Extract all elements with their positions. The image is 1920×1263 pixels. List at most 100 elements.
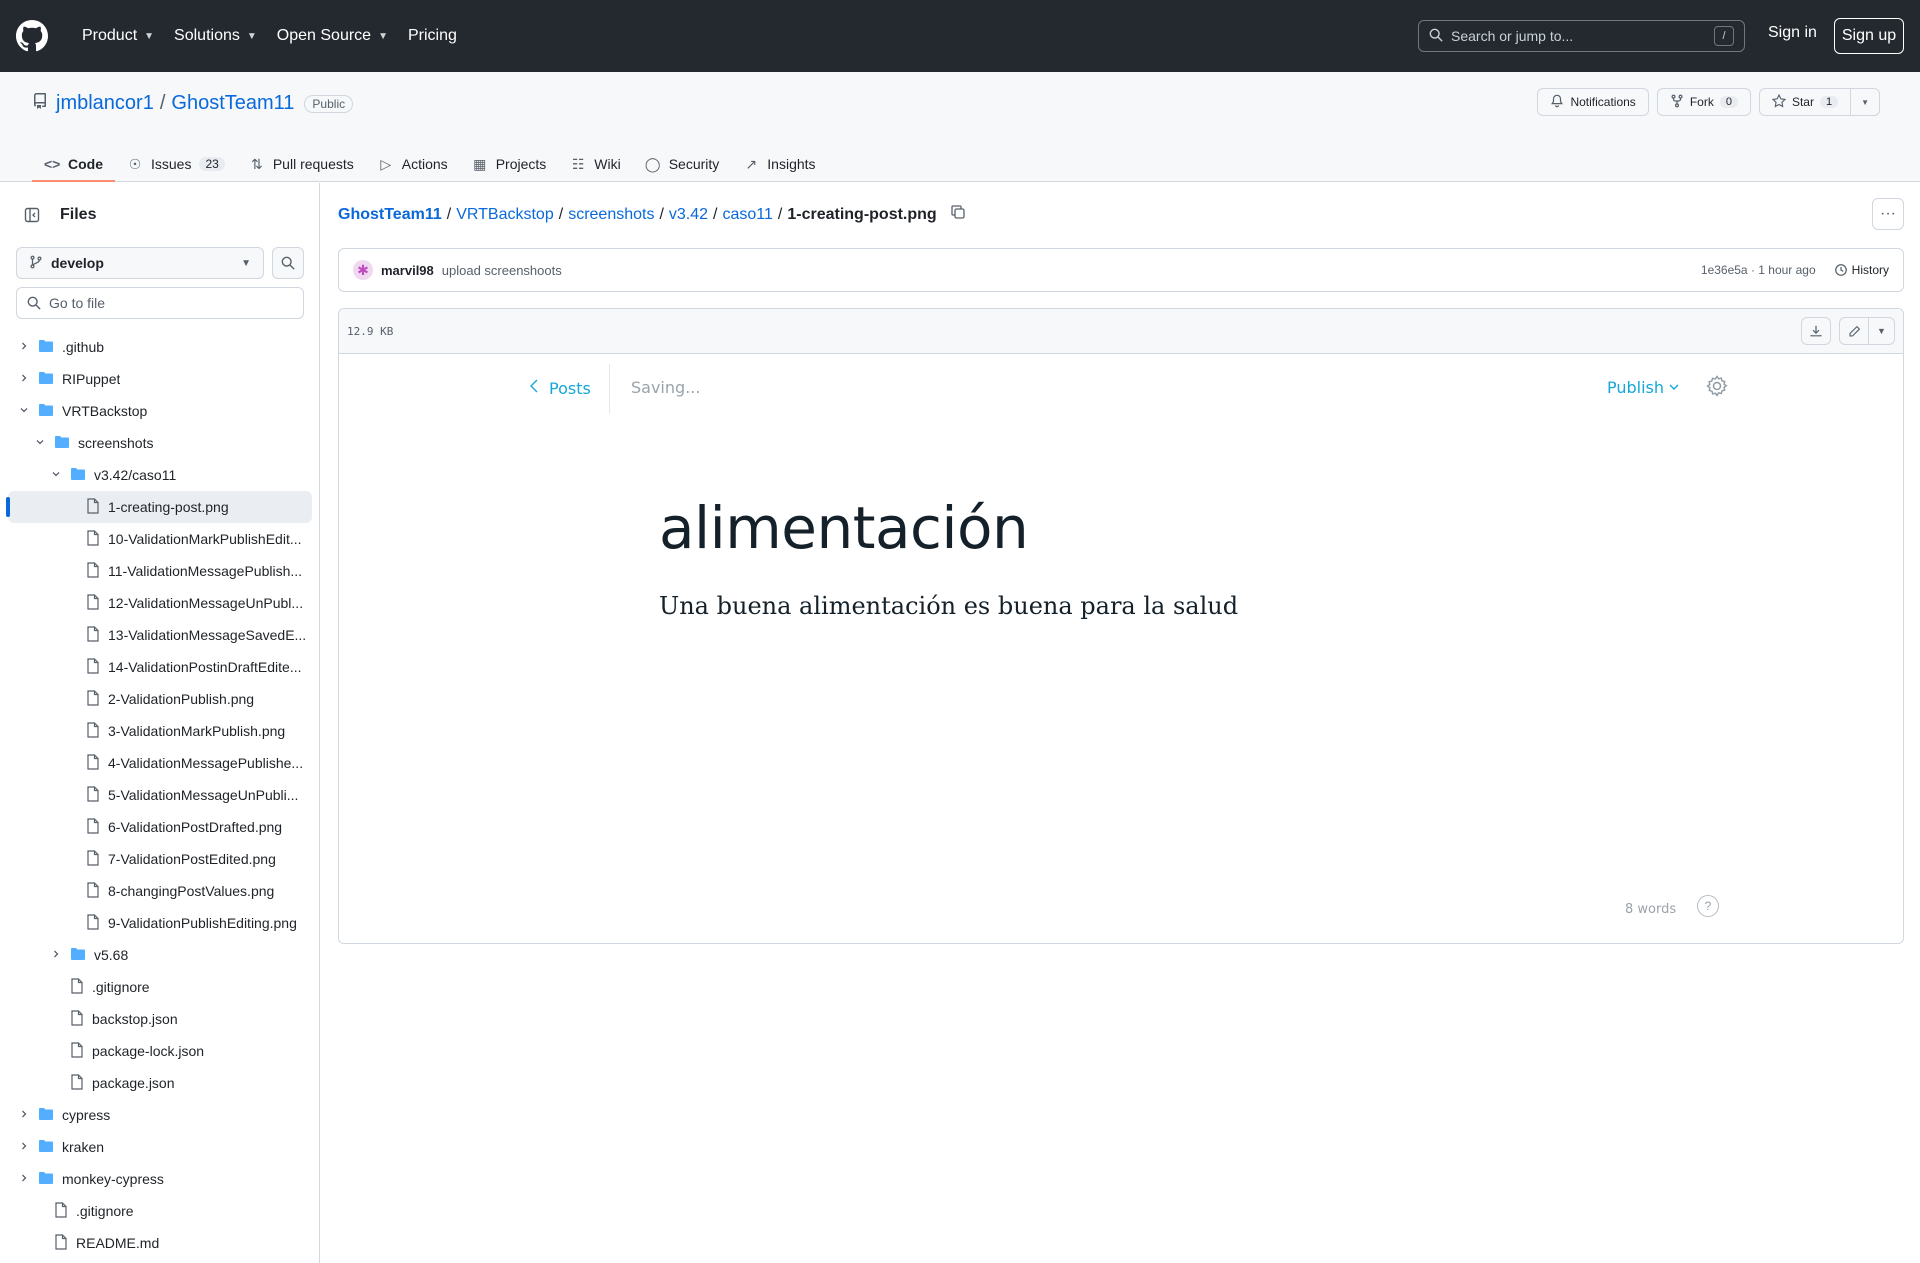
breadcrumb-repo[interactable]: GhostTeam11 [338,206,442,224]
tree-file[interactable]: 2-ValidationPublish.png [8,683,312,715]
file-icon [86,593,100,613]
tree-folder[interactable]: RIPuppet [8,363,312,395]
search-files-button[interactable] [272,247,304,279]
code-icon: <> [44,156,61,172]
repo-owner-link[interactable]: jmblancor1 [56,92,154,115]
fork-count: 0 [1719,96,1738,108]
ghost-back-to-posts: Posts [529,378,591,398]
github-logo-icon[interactable] [16,20,48,52]
edit-button[interactable] [1839,317,1869,345]
tab-issues[interactable]: ☉ Issues 23 [115,146,237,182]
tree-folder[interactable]: kraken [8,1131,312,1163]
tab-projects-label: Projects [495,156,547,172]
chevron-down-icon[interactable] [16,405,32,418]
copy-path-icon[interactable] [950,204,966,225]
search-shortcut-key: / [1714,26,1734,46]
file-icon [70,977,84,997]
sign-in-link[interactable]: Sign in [1768,24,1817,42]
nav-product[interactable]: Product ▼ [72,16,164,56]
tree-file[interactable]: 5-ValidationMessageUnPubli... [8,779,312,811]
tree-file[interactable]: 8-changingPostValues.png [8,875,312,907]
tree-file[interactable]: package-lock.json [8,1035,312,1067]
fork-button[interactable]: Fork 0 [1656,88,1751,116]
download-button[interactable] [1801,317,1831,345]
nav-pricing[interactable]: Pricing [398,16,467,56]
repo-separator: / [159,92,166,114]
tab-wiki[interactable]: ☷ Wiki [558,146,632,182]
tree-file[interactable]: 7-ValidationPostEdited.png [8,843,312,875]
breadcrumb-vrtbackstop[interactable]: VRTBackstop [456,206,554,224]
breadcrumb-screenshots[interactable]: screenshots [568,206,654,224]
star-list-dropdown[interactable]: ▼ [1851,88,1880,116]
tree-file[interactable]: backstop.json [8,1003,312,1035]
chevron-right-icon[interactable] [16,1173,32,1186]
tree-file[interactable]: 1-creating-post.png [6,491,312,523]
commit-message[interactable]: upload screenshoots [442,263,562,278]
tree-item-label: monkey-cypress [62,1171,164,1187]
tree-file[interactable]: 3-ValidationMarkPublish.png [8,715,312,747]
history-button[interactable]: History [1834,263,1889,277]
file-icon [86,849,100,869]
latest-commit-bar: ✱ marvil98 upload screenshoots 1e36e5a ·… [338,248,1904,292]
chevron-down-icon[interactable] [32,437,48,450]
tree-file[interactable]: 10-ValidationMarkPublishEdit... [8,523,312,555]
tree-file[interactable]: 14-ValidationPostinDraftEdite... [8,651,312,683]
tree-folder[interactable]: VRTBackstop [8,395,312,427]
search-placeholder: Search or jump to... [1451,28,1574,44]
tree-file[interactable]: 9-ValidationPublishEditing.png [8,907,312,939]
tab-pull-requests[interactable]: ⇅ Pull requests [237,146,366,182]
sign-up-button[interactable]: Sign up [1834,18,1904,54]
edit-menu-dropdown[interactable]: ▼ [1869,317,1895,345]
chevron-right-icon[interactable] [16,1141,32,1154]
tree-item-label: VRTBackstop [62,403,148,419]
chevron-down-icon[interactable] [48,469,64,482]
go-to-file-input[interactable]: Go to file [16,287,304,319]
tab-security[interactable]: ◯ Security [633,146,732,182]
breadcrumb-caso[interactable]: caso11 [723,206,773,224]
tab-code[interactable]: <> Code [32,146,115,182]
star-button[interactable]: Star 1 [1758,88,1852,116]
repo-name-link[interactable]: GhostTeam11 [171,92,294,115]
tree-file[interactable]: README.md [8,1227,312,1259]
tree-folder[interactable]: screenshots [8,427,312,459]
go-to-file-placeholder: Go to file [49,295,106,311]
tree-folder[interactable]: .github [8,331,312,363]
avatar[interactable]: ✱ [353,260,373,280]
file-tree: .github RIPuppet VRTBackstop screenshots v3.… [6,331,312,1259]
tree-file[interactable]: .gitignore [8,1195,312,1227]
triangle-down-icon: ▼ [1861,97,1869,107]
chevron-right-icon[interactable] [16,373,32,386]
tree-folder[interactable]: v3.42/caso11 [8,459,312,491]
chevron-right-icon[interactable] [16,1109,32,1122]
more-options-button[interactable]: ··· [1872,198,1904,230]
breadcrumb-separator: / [713,205,718,223]
tab-actions[interactable]: ▷ Actions [366,146,460,182]
tree-folder[interactable]: cypress [8,1099,312,1131]
graph-icon: ↗ [745,155,758,172]
nav-open-source[interactable]: Open Source ▼ [267,16,398,56]
branch-selector[interactable]: develop ▼ [16,247,264,279]
collapse-sidebar-button[interactable] [16,199,48,231]
tree-file[interactable]: 6-ValidationPostDrafted.png [8,811,312,843]
tree-file[interactable]: package.json [8,1067,312,1099]
breadcrumb-version[interactable]: v3.42 [669,206,708,224]
nav-pricing-label: Pricing [407,27,457,44]
chevron-right-icon[interactable] [48,949,64,962]
ghost-post-body: Una buena alimentación es buena para la … [659,592,1239,620]
tree-folder[interactable]: v5.68 [8,939,312,971]
nav-solutions[interactable]: Solutions ▼ [164,16,267,56]
tree-item-label: .gitignore [92,979,150,995]
tab-insights[interactable]: ↗ Insights [731,146,827,182]
tree-file[interactable]: 4-ValidationMessagePublishe... [8,747,312,779]
tab-projects[interactable]: ▦ Projects [460,146,559,182]
chevron-right-icon[interactable] [16,341,32,354]
notifications-button[interactable]: Notifications [1537,88,1649,116]
global-search-input[interactable]: Search or jump to... / [1418,20,1745,52]
commit-meta[interactable]: 1e36e5a · 1 hour ago [1701,263,1816,277]
tree-file[interactable]: 13-ValidationMessageSavedE... [8,619,312,651]
tree-folder[interactable]: monkey-cypress [8,1163,312,1195]
tree-file[interactable]: 12-ValidationMessageUnPubl... [8,587,312,619]
tree-file[interactable]: 11-ValidationMessagePublish... [8,555,312,587]
commit-author[interactable]: marvil98 [381,263,434,278]
tree-file[interactable]: .gitignore [8,971,312,1003]
